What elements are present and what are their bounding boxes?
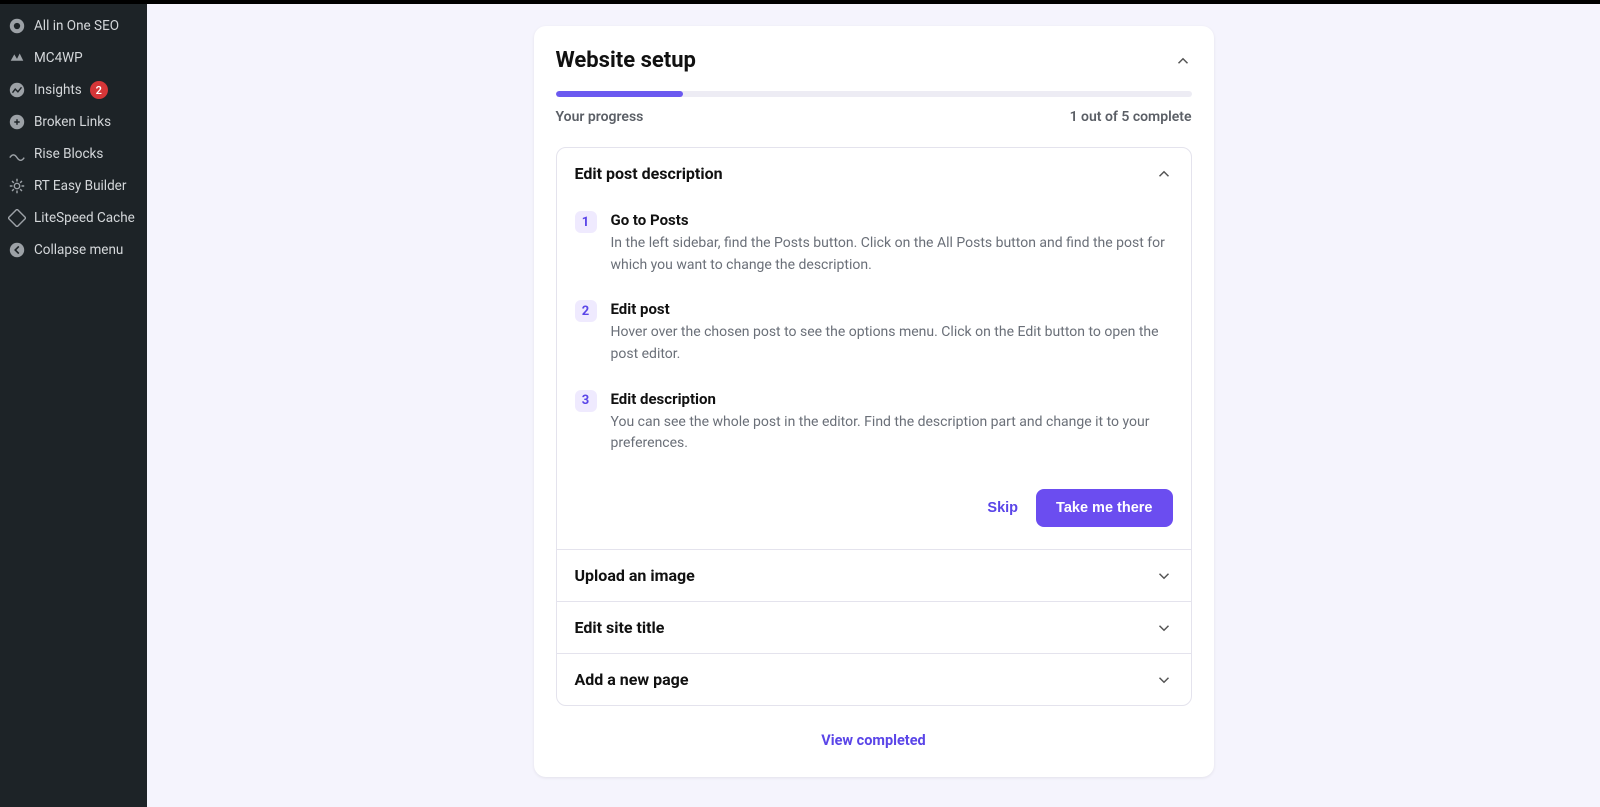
broken-links-icon [8, 113, 26, 131]
chevron-up-icon [1155, 165, 1173, 183]
sidebar-item-collapse-menu[interactable]: Collapse menu [0, 234, 147, 266]
task-upload-an-image[interactable]: Upload an image [557, 550, 1191, 601]
mc4wp-icon [8, 49, 26, 67]
step-number: 1 [575, 211, 597, 233]
sidebar-item-label: Rise Blocks [34, 146, 103, 162]
sidebar-item-label: LiteSpeed Cache [34, 210, 135, 226]
chevron-down-icon [1155, 619, 1173, 637]
insights-icon [8, 81, 26, 99]
step-number: 3 [575, 390, 597, 412]
task-title: Edit post description [575, 164, 723, 183]
seo-icon [8, 17, 26, 35]
task-edit-site-title[interactable]: Edit site title [557, 602, 1191, 653]
progress-status: 1 out of 5 complete [1070, 109, 1192, 125]
progress-bar [556, 91, 1192, 97]
card-header[interactable]: Website setup [556, 48, 1192, 73]
step-title: Edit post [611, 300, 1173, 318]
take-me-there-button[interactable]: Take me there [1036, 489, 1172, 527]
sidebar-item-rise-blocks[interactable]: Rise Blocks [0, 138, 147, 170]
task-title: Add a new page [575, 670, 689, 689]
sidebar-item-label: MC4WP [34, 50, 83, 66]
task-title: Upload an image [575, 566, 695, 585]
sidebar-item-label: Broken Links [34, 114, 111, 130]
card-title: Website setup [556, 48, 696, 73]
sidebar-item-rt-easy-builder[interactable]: RT Easy Builder [0, 170, 147, 202]
collapse-icon [8, 241, 26, 259]
sidebar-item-label: RT Easy Builder [34, 178, 126, 194]
step-desc: In the left sidebar, find the Posts butt… [611, 233, 1173, 276]
rise-blocks-icon [8, 145, 26, 163]
litespeed-icon [8, 209, 26, 227]
view-completed-row: View completed [556, 730, 1192, 749]
sidebar-item-label: Collapse menu [34, 242, 123, 258]
sidebar-item-mc4wp[interactable]: MC4WP [0, 42, 147, 74]
sidebar-item-all-in-one-seo[interactable]: All in One SEO [0, 10, 147, 42]
view-completed-link[interactable]: View completed [821, 732, 925, 749]
step-title: Edit description [611, 390, 1173, 408]
task-actions: Skip Take me there [557, 481, 1191, 549]
progress-row: Your progress 1 out of 5 complete [556, 109, 1192, 125]
step-desc: Hover over the chosen post to see the op… [611, 322, 1173, 365]
step-number: 2 [575, 300, 597, 322]
step-2: 2 Edit post Hover over the chosen post t… [575, 292, 1173, 381]
chevron-down-icon [1155, 567, 1173, 585]
sidebar: All in One SEO MC4WP Insights 2 Broken L… [0, 4, 147, 807]
sidebar-item-label: Insights [34, 82, 82, 98]
progress-label: Your progress [556, 109, 644, 125]
sidebar-item-label: All in One SEO [34, 18, 119, 34]
sidebar-item-broken-links[interactable]: Broken Links [0, 106, 147, 138]
sidebar-item-insights[interactable]: Insights 2 [0, 74, 147, 106]
task-list: Edit post description 1 Go to Posts In t… [556, 147, 1192, 706]
skip-button[interactable]: Skip [987, 500, 1018, 516]
main-content: Website setup Your progress 1 out of 5 c… [147, 4, 1600, 807]
website-setup-card: Website setup Your progress 1 out of 5 c… [534, 26, 1214, 777]
layout: All in One SEO MC4WP Insights 2 Broken L… [0, 4, 1600, 807]
chevron-down-icon [1155, 671, 1173, 689]
sidebar-item-litespeed-cache[interactable]: LiteSpeed Cache [0, 202, 147, 234]
step-title: Go to Posts [611, 211, 1173, 229]
task-add-a-new-page[interactable]: Add a new page [557, 654, 1191, 705]
step-desc: You can see the whole post in the editor… [611, 412, 1173, 455]
progress-fill [556, 91, 683, 97]
chevron-up-icon [1174, 52, 1192, 70]
gear-icon [8, 177, 26, 195]
step-1: 1 Go to Posts In the left sidebar, find … [575, 203, 1173, 292]
insights-badge: 2 [90, 81, 108, 99]
task-title: Edit site title [575, 618, 665, 637]
task-steps: 1 Go to Posts In the left sidebar, find … [557, 199, 1191, 481]
task-edit-post-description[interactable]: Edit post description [557, 148, 1191, 199]
step-3: 3 Edit description You can see the whole… [575, 382, 1173, 471]
